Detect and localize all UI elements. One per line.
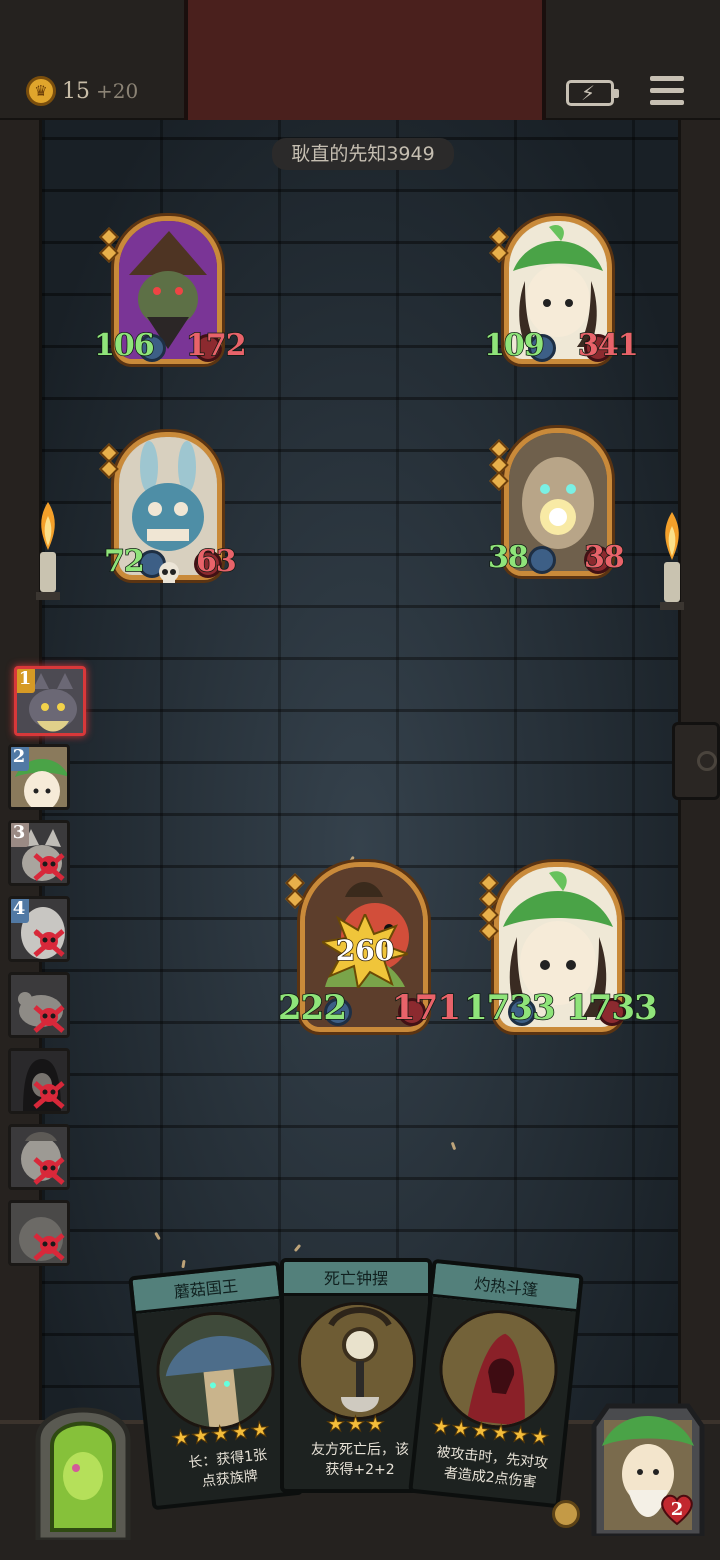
hand-card-scorching-cloak[interactable]: 灼热斗篷 ★★★★★★ 被攻击时，先对攻 者造成2点伤害	[408, 1258, 584, 1509]
coin-bonus: +20	[96, 79, 139, 103]
armor-icon	[552, 1500, 580, 1528]
enemy-minion-mushroom-wizard[interactable]: 106 172	[93, 216, 247, 376]
card-art	[298, 1302, 416, 1420]
hero-health: 2	[660, 1494, 694, 1526]
turn-order-item[interactable]: 2	[8, 744, 70, 810]
damage-burst: 260	[322, 914, 408, 988]
attack-value: 222	[277, 987, 347, 1029]
card-title: 死亡钟摆	[284, 1262, 428, 1296]
skull-icon	[33, 929, 65, 957]
skull-icon	[33, 1005, 65, 1033]
turn-position-badge: 3	[11, 823, 29, 847]
torch-icon	[652, 508, 692, 628]
turn-position-badge: 4	[11, 899, 29, 923]
card-art	[433, 1304, 564, 1435]
door-latch	[672, 722, 720, 800]
turn-order-item[interactable]: 3	[8, 820, 70, 886]
turn-order-item[interactable]	[8, 1048, 70, 1114]
menu-icon[interactable]	[650, 76, 684, 106]
health-value: 172	[185, 327, 247, 364]
skull-icon	[33, 1233, 65, 1261]
battery-icon[interactable]: ⚡	[566, 80, 619, 106]
card-stars: ★★★	[326, 1412, 386, 1437]
turn-position-badge: 1	[17, 669, 35, 693]
attack-value: 1733	[463, 987, 556, 1029]
health-value: 63	[195, 543, 237, 580]
torch-icon	[28, 498, 68, 618]
attack-value: 106	[93, 327, 155, 364]
turn-order-item[interactable]	[8, 1124, 70, 1190]
turn-order-item[interactable]	[8, 1200, 70, 1266]
enemy-minion-leaf-girl[interactable]: 109 341	[483, 216, 639, 376]
coin-count: 15	[62, 78, 90, 104]
skull-icon	[159, 562, 179, 583]
hand-card-mushroom-king[interactable]: 蘑菇国王 ★★★★★ 长：获得1张 点获族牌	[128, 1260, 304, 1511]
coin-counter: ♛ 15 +20	[26, 76, 138, 106]
enemy-minion-tree-golem[interactable]: 38 38	[487, 428, 625, 588]
health-value: 341	[577, 327, 639, 364]
turn-order-item[interactable]	[8, 972, 70, 1038]
damage-taken: 260	[335, 933, 395, 968]
opponent-name: 耿直的先知3949	[272, 138, 454, 170]
health-value: 38	[583, 539, 625, 576]
skull-icon	[33, 1157, 65, 1185]
player-minion-flower-bird[interactable]: 260 222 171	[277, 862, 462, 1042]
health-value: 1733	[565, 987, 658, 1029]
health-value: 171	[391, 987, 461, 1029]
attack-value: 72	[103, 543, 145, 580]
card-art	[150, 1306, 281, 1436]
attack-value: 109	[483, 327, 545, 364]
skull-icon	[33, 1081, 65, 1109]
turn-position-badge: 2	[11, 747, 29, 771]
attack-value: 38	[487, 539, 529, 576]
hand-card-death-pendulum[interactable]: 死亡钟摆 ★★★ 友方死亡后，该 获得+2+2	[280, 1258, 432, 1493]
enemy-minion-rabbit-robot[interactable]: 72 63	[99, 432, 237, 592]
turn-order-item[interactable]: 4	[8, 896, 70, 962]
turn-order-item[interactable]: 1	[14, 666, 86, 736]
shop-door-icon[interactable]	[30, 1390, 136, 1543]
crown-coin-icon: ♛	[26, 76, 56, 106]
curtain	[184, 0, 546, 122]
skull-icon	[33, 853, 65, 881]
player-minion-leaf-girl[interactable]: 1733 1733	[463, 862, 658, 1042]
